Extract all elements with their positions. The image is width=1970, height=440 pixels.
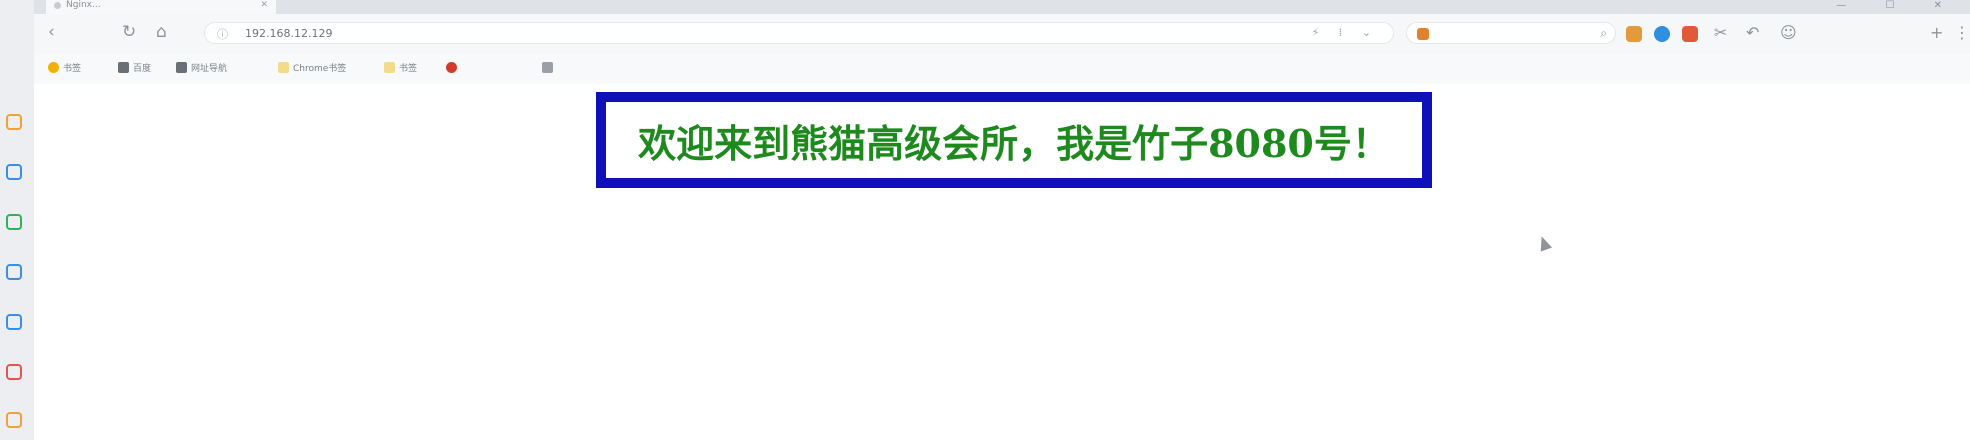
reload-icon[interactable]: ↻ (122, 22, 136, 42)
undo-icon[interactable]: ↶ (1746, 24, 1759, 42)
bookmark-item[interactable] (446, 62, 461, 75)
bookmark-label: 书签 (63, 64, 82, 74)
bookmark-label: Chrome书签 (293, 64, 347, 74)
welcome-box: 欢迎来到熊猫高级会所，我是竹子8080号！ (596, 92, 1432, 188)
bookmark-label: 网址导航 (191, 64, 228, 74)
strip-app-icon[interactable] (6, 214, 22, 230)
bookmark-site-icon (446, 62, 457, 73)
strip-app-icon[interactable] (6, 114, 22, 130)
new-tab-icon[interactable]: + (1930, 24, 1943, 42)
user-icon[interactable]: ☺ (1780, 24, 1797, 42)
tab-close-icon[interactable]: ✕ (260, 0, 268, 11)
home-icon[interactable]: ⌂ (156, 22, 167, 42)
bookmark-label: 百度 (133, 64, 152, 74)
star-icon (48, 62, 59, 73)
back-icon[interactable]: ‹ (48, 22, 55, 42)
grid-icon (542, 62, 553, 73)
strip-app-icon[interactable] (6, 264, 22, 280)
address-bar[interactable]: ⓘ 192.168.12.129 ⚡ ⁞ ⌄ (204, 22, 1394, 44)
menu-icon[interactable]: ⋮ (1954, 24, 1970, 42)
bookmark-item[interactable]: 书签 (48, 62, 81, 75)
window-controls[interactable]: — ☐ ✕ (1836, 0, 1960, 11)
extension-icon[interactable] (1654, 26, 1670, 42)
search-box[interactable]: ⌕ (1406, 22, 1616, 44)
bookmarks-bar: 书签 百度 网址导航 Chrome书签 书签 (34, 54, 1970, 85)
search-icon[interactable]: ⌕ (1600, 26, 1607, 41)
browser-toolbar: ‹ ↻ ⌂ ⓘ 192.168.12.129 ⚡ ⁞ ⌄ ⌕ ✂ ↶ ☺ + ⋮ (34, 14, 1970, 54)
nav-icon (176, 62, 187, 73)
url-text[interactable]: 192.168.12.129 (245, 27, 332, 40)
cut-icon[interactable]: ✂ (1714, 24, 1727, 42)
extension-icon[interactable] (1626, 26, 1642, 42)
page-content: 欢迎来到熊猫高级会所，我是竹子8080号！ (34, 84, 1970, 440)
bookmark-item[interactable] (542, 62, 557, 75)
mouse-cursor-icon (1535, 234, 1553, 252)
tab-strip: Nginx... ✕ — ☐ ✕ (34, 0, 1970, 14)
bookmark-label: 书签 (399, 64, 418, 74)
search-engine-icon[interactable] (1417, 28, 1429, 40)
folder-icon (384, 62, 395, 73)
tab-active[interactable]: Nginx... ✕ (46, 0, 276, 14)
bookmark-item[interactable]: 网址导航 (176, 62, 227, 75)
strip-app-icon[interactable] (6, 164, 22, 180)
baidu-icon (118, 62, 129, 73)
strip-app-icon[interactable] (6, 412, 22, 428)
tab-favicon-icon (54, 2, 61, 9)
left-app-strip (0, 0, 35, 440)
extension-icon[interactable] (1682, 26, 1698, 42)
strip-app-icon[interactable] (6, 364, 22, 380)
tab-title: Nginx... (66, 0, 101, 10)
bookmark-item[interactable]: Chrome书签 (278, 62, 346, 75)
welcome-heading: 欢迎来到熊猫高级会所，我是竹子8080号！ (638, 120, 1390, 166)
address-bar-actions[interactable]: ⚡ ⁞ ⌄ (1312, 26, 1379, 39)
bookmark-item[interactable]: 书签 (384, 62, 417, 75)
bookmark-item[interactable]: 百度 (118, 62, 151, 75)
folder-icon (278, 62, 289, 73)
site-info-icon[interactable]: ⓘ (217, 26, 228, 42)
strip-app-icon[interactable] (6, 314, 22, 330)
